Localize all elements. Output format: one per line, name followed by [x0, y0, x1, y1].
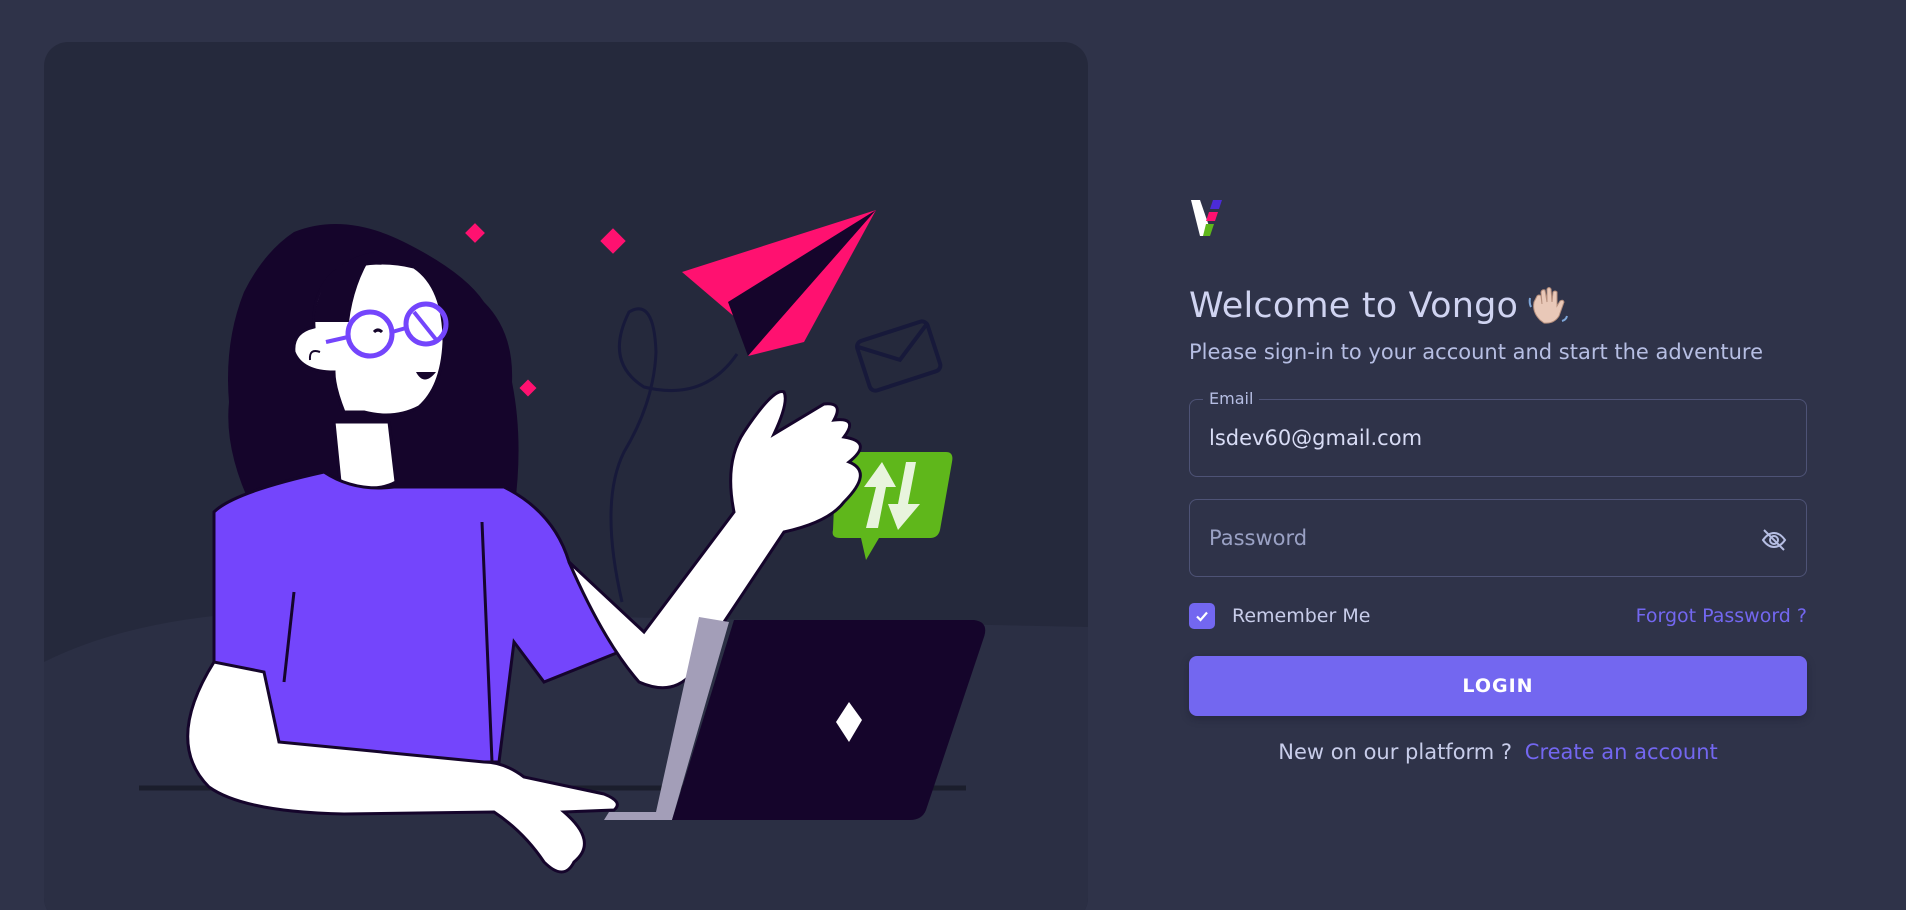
- login-form: Welcome to Vongo Please sign-in to your …: [1189, 196, 1807, 764]
- envelope-icon: [855, 319, 943, 393]
- subtitle: Please sign-in to your account and start…: [1189, 340, 1764, 364]
- login-button[interactable]: LOGIN: [1189, 656, 1807, 716]
- waving-hand-emoji-icon: [1528, 287, 1569, 324]
- vongo-v-logo-icon: [1191, 200, 1222, 236]
- email-label: Email: [1203, 389, 1260, 408]
- create-account-link[interactable]: Create an account: [1525, 740, 1718, 764]
- check-icon: [1196, 611, 1208, 622]
- forgot-password-link[interactable]: Forgot Password ?: [1636, 605, 1807, 627]
- email-field[interactable]: Email lsdev60@gmail.com: [1189, 389, 1807, 477]
- person-with-laptop-illustration: [44, 210, 1088, 910]
- eye-off-icon[interactable]: [1760, 526, 1788, 554]
- illustration-panel: [44, 42, 1088, 910]
- password-placeholder: Password: [1209, 526, 1308, 550]
- signup-prompt: New on our platform ? Create an account: [1189, 740, 1807, 764]
- remember-me-label: Remember Me: [1232, 605, 1371, 627]
- signup-prompt-text: New on our platform ?: [1278, 740, 1513, 764]
- login-page: Welcome to Vongo Please sign-in to your …: [0, 0, 1906, 910]
- remember-me[interactable]: Remember Me: [1189, 603, 1370, 629]
- form-options: Remember Me Forgot Password ?: [1189, 602, 1807, 630]
- page-title: Welcome to Vongo: [1189, 286, 1519, 326]
- email-value[interactable]: lsdev60@gmail.com: [1209, 426, 1422, 450]
- remember-me-checkbox[interactable]: [1189, 603, 1215, 629]
- password-field[interactable]: Password: [1189, 499, 1807, 577]
- welcome-heading: Welcome to Vongo: [1189, 282, 1807, 330]
- paper-plane-icon: [682, 210, 876, 356]
